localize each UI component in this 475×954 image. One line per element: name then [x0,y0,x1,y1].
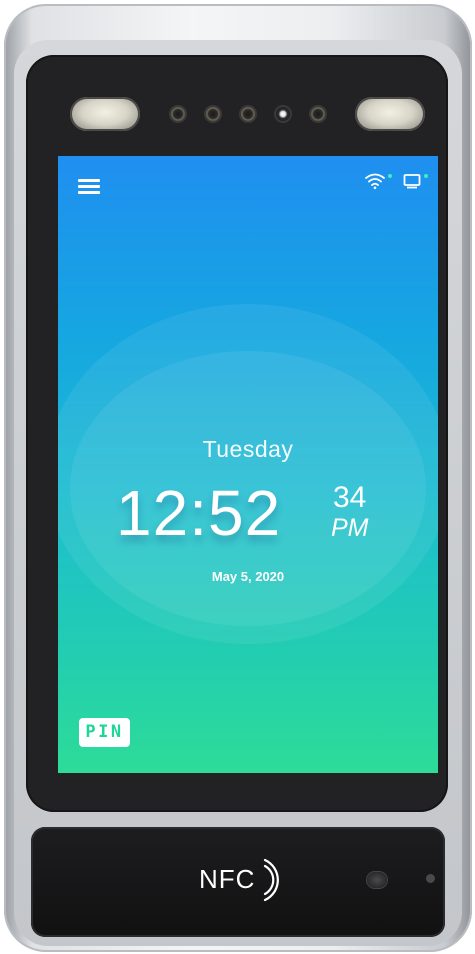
nfc-waves-icon [263,858,279,902]
camera-lens [276,107,290,121]
nfc-reader-panel[interactable]: NFC [31,827,445,937]
panel-indicator-led [426,874,435,883]
pin-button[interactable]: PIN [79,718,130,747]
monitor-icon [403,174,421,189]
hamburger-menu-icon[interactable] [78,177,100,195]
date-label: May 5, 2020 [211,569,285,584]
status-bar [340,170,430,190]
sensor-lens-3 [241,107,255,121]
monitor-status-dot [424,174,428,178]
panel-sensor-led [367,872,387,888]
weekday-label: Tuesday [202,436,294,462]
nfc-label: NFC [199,864,256,894]
right-ir-lamp [355,97,425,131]
clock-seconds: 34 [333,481,367,514]
left-ir-lamp [70,97,140,131]
sensor-lens-2 [206,107,220,121]
wifi-status-dot [388,174,392,178]
sensor-lens-4 [311,107,325,121]
clock-ampm: PM [331,514,369,542]
terminal-screen: Tuesday 12:52 34 PM May 5, 2020 PIN [58,156,438,773]
wifi-icon [365,173,385,190]
sensor-lens-1 [171,107,185,121]
clock-hour-minute: 12:52 [116,477,282,549]
